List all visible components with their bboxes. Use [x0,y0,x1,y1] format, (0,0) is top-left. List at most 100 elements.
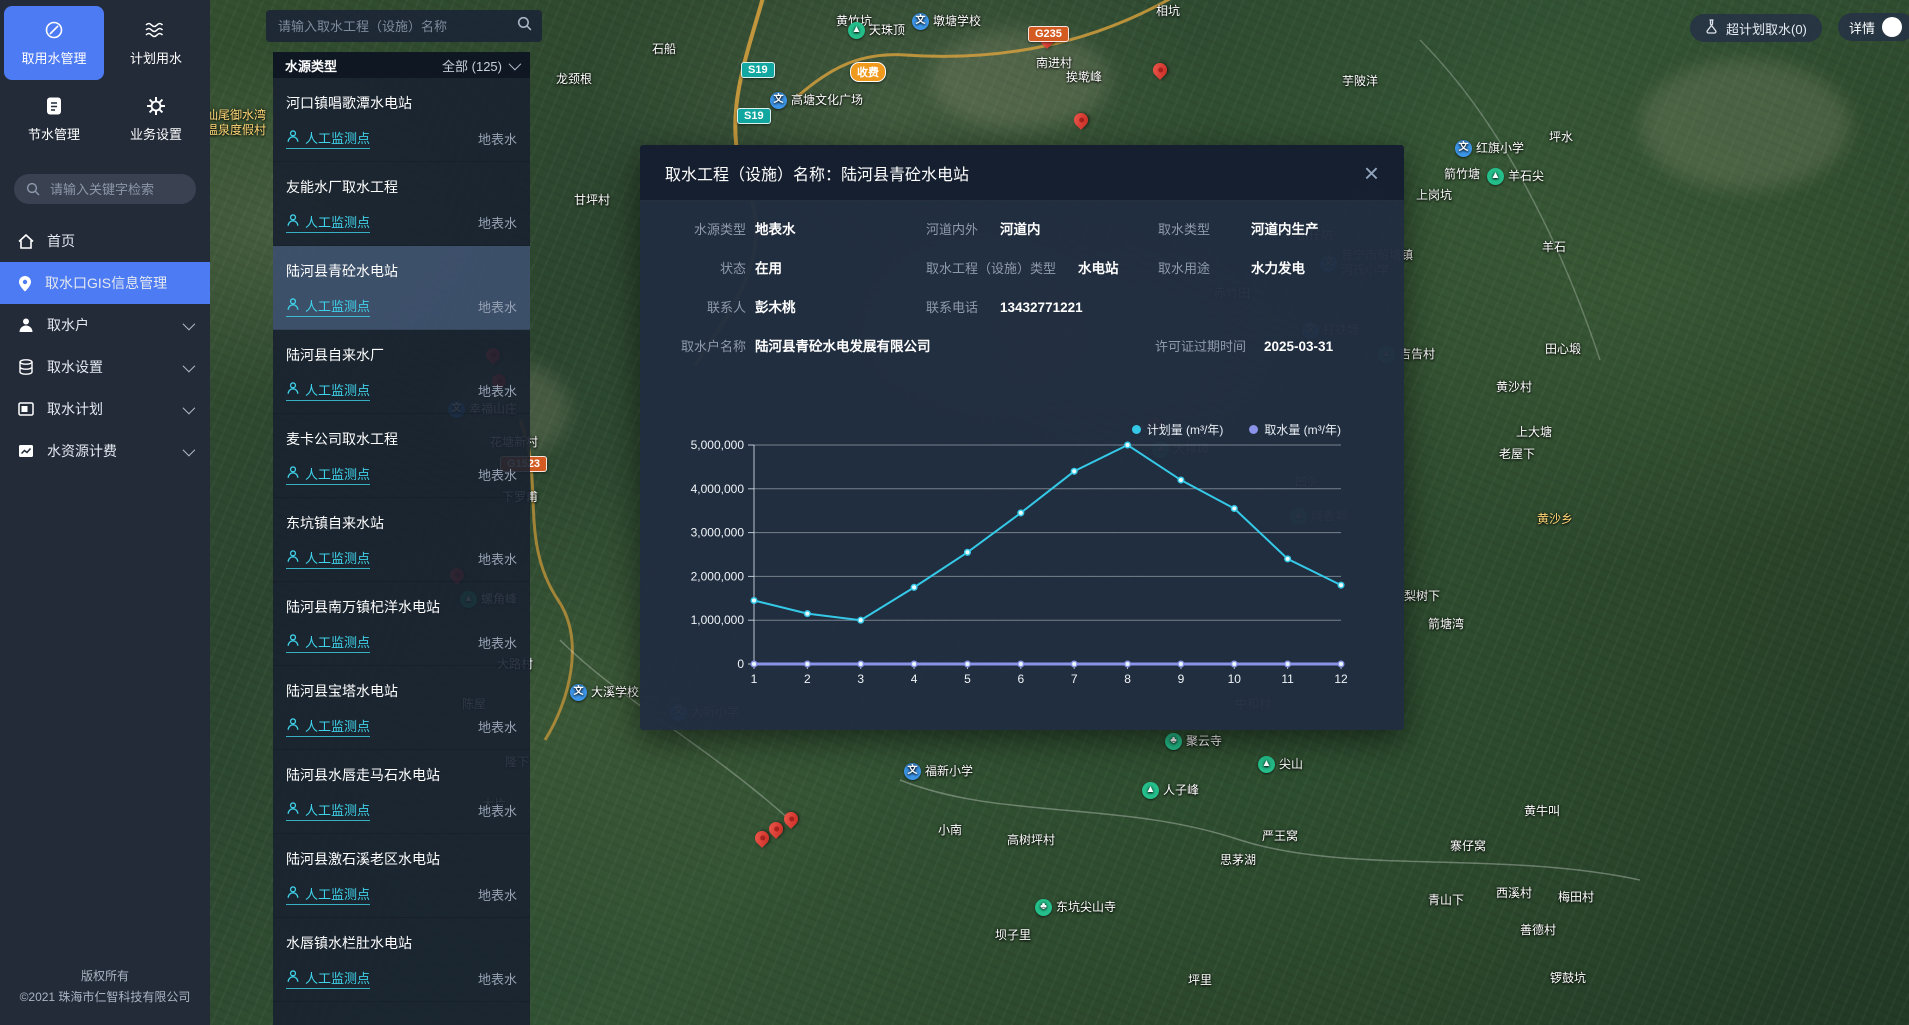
sidebar-item-取水户[interactable]: 取水户 [0,304,210,346]
map-label: 寨仔窝 [1450,839,1486,854]
sidebar-item-首页[interactable]: 首页 [0,220,210,262]
sidebar-item-水资源计费[interactable]: 水资源计费 [0,430,210,472]
station-search-input[interactable] [276,18,517,35]
map-label: 相坑 [1156,4,1180,19]
station-list-item[interactable]: 陆河县水唇走马石水电站人工监测点地表水 [273,750,530,834]
map-label: 坪水 [1549,130,1573,145]
map-label: 上大塘 [1516,425,1552,440]
svg-text:7: 7 [1071,672,1078,686]
person-icon [286,381,300,398]
map-label-text: 思茅湖 [1220,853,1256,868]
module-1-button[interactable]: 取用水管理 [4,6,104,80]
toggle-knob[interactable] [1882,17,1902,37]
map-label: 文墩塘学校 [912,13,981,30]
chevron-down-icon [183,443,196,456]
station-list-item[interactable]: 陆河县宝塔水电站人工监测点地表水 [273,666,530,750]
map-label: 黄牛叫 [1524,804,1560,819]
monitor-type-link[interactable]: 人工监测点 [286,128,370,149]
field-value: 水力发电 [1251,261,1305,276]
station-list-item[interactable]: 河口镇唱歌潭水电站人工监测点地表水 [273,78,530,162]
map-label-text: 大溪学校 [591,685,639,700]
map-label: 文大溪学校 [570,684,639,701]
map-label-text: 天珠顶 [869,23,905,38]
station-list-item[interactable]: 陆河县南万镇杞洋水电站人工监测点地表水 [273,582,530,666]
over-plan-intake-button[interactable]: 超计划取水(0) [1690,14,1822,42]
monitor-type-link[interactable]: 人工监测点 [286,632,370,653]
module-3-button[interactable]: 节水管理 [4,82,104,156]
road-badge: G235 [1028,26,1069,42]
monitor-type-link[interactable]: 人工监测点 [286,212,370,233]
svg-text:4: 4 [911,672,918,686]
station-list-item[interactable]: 麦卡公司取水工程人工监测点地表水 [273,414,530,498]
modal-header: 取水工程（设施）名称：陆河县青砼水电站 × [640,145,1404,201]
monitor-type-link[interactable]: 人工监测点 [286,464,370,485]
field-label: 联系人 [668,289,746,327]
module-label: 取用水管理 [21,48,86,67]
map-label: 田心塅 [1545,342,1581,357]
monitor-type-link[interactable]: 人工监测点 [286,380,370,401]
map-label: 锣鼓坑 [1550,971,1586,986]
svg-text:6: 6 [1017,672,1024,686]
station-list-item[interactable]: 水唇镇水栏肚水电站人工监测点地表水 [273,918,530,1002]
station-name: 东坑镇自来水站 [286,513,517,533]
svg-text:1,000,000: 1,000,000 [691,613,745,627]
svg-text:3: 3 [857,672,864,686]
station-list-item[interactable]: 东坑镇自来水站人工监测点地表水 [273,498,530,582]
field-value: 地表水 [755,222,796,237]
svg-text:8: 8 [1124,672,1131,686]
map-label-text: 吉告村 [1399,347,1435,362]
close-icon[interactable]: × [1364,160,1379,186]
monitor-type-link[interactable]: 人工监测点 [286,548,370,569]
svg-text:12: 12 [1334,672,1348,686]
sidebar-search-input[interactable] [48,181,192,198]
map-label-text: 挨墘峰 [1066,70,1102,85]
monitor-type-link[interactable]: 人工监测点 [286,884,370,905]
map-label-text: 高树坪村 [1007,833,1055,848]
map-label-text: 石船 [652,42,676,57]
waves-icon [145,20,167,40]
map-label-text: 芋陂洋 [1342,74,1378,89]
filter-value: 全部 (125) [442,56,502,75]
legend-item[interactable]: 取水量 (m³/年) [1249,421,1341,438]
map-label-text: 尖山 [1279,757,1303,772]
mountain-poi-icon: ▲ [1142,782,1159,799]
svg-text:5,000,000: 5,000,000 [691,438,745,452]
sidebar-item-取水设置[interactable]: 取水设置 [0,346,210,388]
water-source-type: 地表水 [478,633,517,652]
sidebar-search[interactable] [14,174,196,204]
legend-item[interactable]: 计划量 (m³/年) [1132,421,1224,438]
map-label: 箭塘湾 [1428,617,1464,632]
legend-label: 取水量 (m³/年) [1264,423,1341,437]
map-label: 上岗坑 [1416,188,1452,203]
station-list-item[interactable]: 友能水厂取水工程人工监测点地表水 [273,162,530,246]
sidebar-item-取水计划[interactable]: 取水计划 [0,388,210,430]
field-label: 取水用途 [1158,250,1242,288]
map-label-text: 严王窝 [1262,829,1298,844]
station-name: 陆河县激石溪老区水电站 [286,849,517,869]
detail-toggle[interactable]: 详情 [1838,13,1909,41]
monitor-type-link[interactable]: 人工监测点 [286,968,370,989]
person-icon [286,801,300,818]
map-label-text: 人子峰 [1163,783,1199,798]
map-label-text: 黄沙村 [1496,380,1532,395]
water-source-type: 地表水 [478,381,517,400]
search-icon[interactable] [517,16,532,36]
module-4-button[interactable]: 业务设置 [106,82,206,156]
school-poi-icon: 文 [1455,140,1472,157]
map-label: 文高塘文化广场 [770,92,863,109]
map-label: 文红旗小学 [1455,140,1524,157]
station-list-item[interactable]: 陆河县青砼水电站人工监测点地表水 [273,246,530,330]
station-list-item[interactable]: 陆河县激石溪老区水电站人工监测点地表水 [273,834,530,918]
monitor-type-link[interactable]: 人工监测点 [286,716,370,737]
filter-dropdown[interactable]: 全部 (125) [442,56,518,75]
station-search[interactable] [266,10,542,42]
monitor-type-link[interactable]: 人工监测点 [286,800,370,821]
sidebar-item-取水口GIS信息管理[interactable]: 取水口GIS信息管理 [0,262,210,304]
station-list-item[interactable]: 陆河县自来水厂人工监测点地表水 [273,330,530,414]
monitor-type-link[interactable]: 人工监测点 [286,296,370,317]
water-source-type: 地表水 [478,969,517,988]
field-value: 2025-03-31 [1264,339,1333,354]
map-label-text: 南进村 [1036,56,1072,71]
module-2-button[interactable]: 计划用水 [106,6,206,80]
water-source-type: 地表水 [478,465,517,484]
